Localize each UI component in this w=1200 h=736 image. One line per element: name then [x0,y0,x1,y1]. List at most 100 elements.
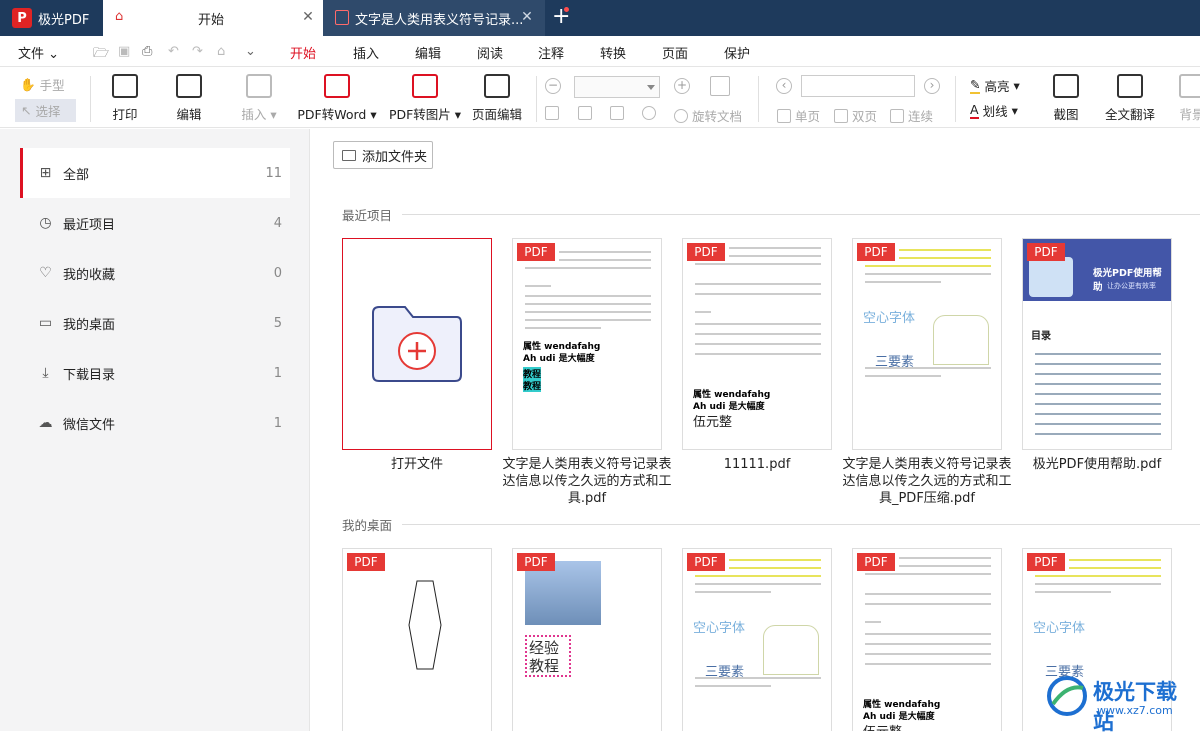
save-icon[interactable]: ▣ [118,44,130,59]
menu-protect[interactable]: 保护 [724,43,750,62]
tab-document[interactable]: 文字是人类用表义符号记录... ✕ [323,0,545,36]
print-button[interactable]: 打印 [104,74,146,123]
double-page-label: 双页 [852,109,878,124]
zoom-in-icon[interactable]: + [674,78,690,94]
underline-button[interactable]: A 划线 ▾ [970,101,1018,120]
app-name: 极光PDF [38,12,90,28]
next-page-icon[interactable]: › [924,78,940,94]
select-tool[interactable]: ↖ 选择 [15,99,76,122]
pdf-to-word-label: PDF转Word [297,107,367,122]
pdf-to-image-label: PDF转图片 [388,107,451,122]
recent-section-title: 最近项目 [342,208,393,223]
pdf-to-image-button[interactable]: PDF转图片 ▾ [388,74,462,123]
prev-page-icon[interactable]: ‹ [776,78,792,94]
fit-width-icon[interactable] [610,106,624,120]
open-file-card[interactable] [342,238,492,450]
sidebar-item-label: 下载目录 [63,367,116,383]
continuous-label: 连续 [908,109,934,124]
pdf-badge: PDF [517,243,555,261]
pdf-file-card[interactable]: PDF 空心字体 三要素 [682,548,832,731]
edit-button[interactable]: 编辑 [168,74,210,123]
screenshot-button[interactable]: 截图 [1045,74,1087,123]
close-tab-icon[interactable]: ✕ [519,9,535,25]
sidebar: ⊞ 全部 11 ◷ 最近项目 4 ♡ 我的收藏 0 ▭ 我的桌面 5 ⤓ 下载目录 1 ☁ 微信文件 1 [0,129,310,731]
pdf-file-card[interactable]: PDF 属性 wendafahg Ah udi 是大幅度 伍元整 [682,238,832,450]
menu-edit[interactable]: 编辑 [415,43,441,62]
thumb-text: 让办公更有效率 [1107,282,1156,290]
sidebar-item-downloads[interactable]: ⤓ 下载目录 1 [20,348,290,398]
menu-start[interactable]: 开始 [285,43,321,70]
highlight-button[interactable]: ✎ 高亮 ▾ [970,76,1020,95]
background-button[interactable]: 背景 [1170,74,1200,123]
insert-label: 插入 [241,107,267,122]
sidebar-item-wechat[interactable]: ☁ 微信文件 1 [20,398,290,448]
menu-convert[interactable]: 转换 [600,43,626,62]
sidebar-item-all[interactable]: ⊞ 全部 11 [20,148,290,198]
sidebar-item-favorites[interactable]: ♡ 我的收藏 0 [20,248,290,298]
print-icon[interactable]: ⎙ [142,44,152,59]
close-tab-icon[interactable]: ✕ [300,9,316,25]
menu-page[interactable]: 页面 [662,43,688,62]
pdf-to-word-button[interactable]: PDF转Word ▾ [296,74,378,123]
rotate-doc-button[interactable]: 旋转文档 [674,106,742,125]
copy-page-icon[interactable] [710,76,730,96]
hand-icon: ✋ [20,76,36,92]
menu-annotate[interactable]: 注释 [538,43,564,62]
fit-page-icon[interactable] [578,106,592,120]
pdf-file-card[interactable]: PDF 经验 教程 [512,548,662,731]
page-number-input[interactable] [801,75,915,97]
select-label: 选择 [35,104,61,119]
background-label: 背景 [1179,107,1200,122]
hand-tool[interactable]: ✋ 手型 [20,75,65,94]
continuous-button[interactable]: 连续 [890,106,933,125]
menu-insert[interactable]: 插入 [353,43,379,62]
pdf-file-card[interactable]: PDF 属性 wendafahg Ah udi 是大幅度 教程 教程 [512,238,662,450]
redo-icon[interactable]: ↷ [192,44,203,59]
page-edit-label: 页面编辑 [471,107,522,122]
home-icon[interactable]: ⌂ [217,44,225,59]
file-browser: 添加文件夹 最近项目 打开文件 PDF 属性 wendafahg Ah udi … [311,129,1200,731]
pdf-file-card[interactable]: PDF [342,548,492,731]
pdf-badge: PDF [687,243,725,261]
file-menu[interactable]: 文件 ⌄ [18,43,59,62]
sidebar-item-desktop[interactable]: ▭ 我的桌面 5 [20,298,290,348]
fit-icon[interactable] [545,106,559,120]
thumb-text: 经验 [529,639,560,657]
sidebar-item-recent[interactable]: ◷ 最近项目 4 [20,198,290,248]
card-caption: 文字是人类用表义符号记录表达信息以传之久远的方式和工具_PDF压缩.pdf [842,457,1012,506]
thumb-text: 教程 [529,657,560,675]
card-caption: 文字是人类用表义符号记录表达信息以传之久远的方式和工具.pdf [502,457,672,506]
undo-icon[interactable]: ↶ [168,44,179,59]
tab-home[interactable]: ⌂ 开始 ✕ [103,0,323,36]
pdf-badge: PDF [1027,243,1065,261]
folder-add-icon [372,306,462,382]
menu-read[interactable]: 阅读 [477,43,503,62]
double-page-button[interactable]: 双页 [834,106,877,125]
customize-icon[interactable]: ⌄ [245,44,256,59]
rotate-left-icon[interactable] [642,106,656,120]
open-icon[interactable]: 🗁 [93,44,109,66]
add-folder-button[interactable]: 添加文件夹 [333,141,433,169]
single-page-button[interactable]: 单页 [777,106,820,125]
highlight-label: 高亮 [984,79,1010,94]
pdf-file-card[interactable]: PDF 属性 wendafahg Ah udi 是大幅度 伍元整 [852,548,1002,731]
watermark-url: www.xz7.com [1097,704,1173,717]
print-label: 打印 [112,107,138,122]
pdf-badge: PDF [347,553,385,571]
page-edit-button[interactable]: 页面编辑 [470,74,524,123]
pdf-file-card[interactable]: PDF 极光PDF使用帮助 让办公更有效率 目录 [1022,238,1172,450]
zoom-select[interactable] [574,76,660,98]
pdf-file-card[interactable]: PDF 空心字体 三要素 [852,238,1002,450]
sidebar-item-count: 4 [273,215,282,231]
pdf-badge: PDF [517,553,555,571]
notification-dot [564,7,569,12]
thumb-text: 空心字体 [863,311,916,326]
card-caption: 极光PDF使用帮助.pdf [1032,457,1162,472]
zoom-out-icon[interactable]: − [545,78,561,94]
insert-button[interactable]: 插入 ▾ [232,74,286,123]
thumb-text: Ah udi 是大幅度 [523,354,595,364]
rotate-label: 旋转文档 [692,109,743,124]
pdf-badge: PDF [1027,553,1065,571]
watermark-logo-icon [1047,676,1087,716]
translate-button[interactable]: 全文翻译 [1101,74,1159,123]
